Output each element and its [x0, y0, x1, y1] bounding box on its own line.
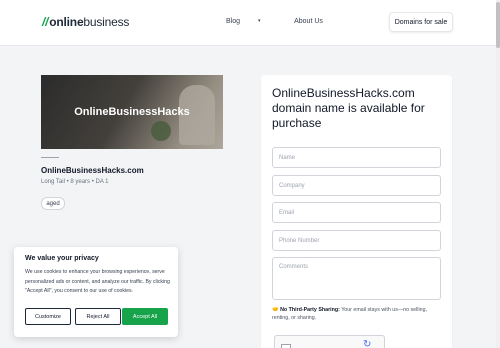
site-logo[interactable]: //onlinebusiness — [42, 15, 129, 29]
email-field[interactable]: Email — [272, 202, 441, 223]
title-divider — [41, 157, 59, 158]
main-nav: Blog ▾ About Us — [226, 18, 339, 25]
privacy-note: 🤝 No Third-Party Sharing: Your email sta… — [272, 307, 444, 322]
recaptcha-icon: ↻ — [363, 339, 372, 348]
domain-meta: Long Tail • 8 years • DA 1 — [41, 179, 109, 185]
phone-field[interactable]: Phone Number — [272, 230, 441, 251]
form-heading: OnlineBusinessHacks.com domain name is a… — [272, 86, 425, 130]
customize-button[interactable]: Customize — [25, 308, 71, 325]
meta-age: 8 years — [70, 179, 91, 185]
site-header: //onlinebusiness Blog ▾ About Us Domains … — [0, 0, 496, 46]
reject-all-button[interactable]: Reject All — [75, 308, 121, 325]
hero-title: OnlineBusinessHacks — [74, 106, 190, 118]
inquiry-form-card: OnlineBusinessHacks.com domain name is a… — [261, 75, 452, 348]
comments-field[interactable]: Comments — [272, 257, 441, 300]
handshake-icon: 🤝 — [272, 307, 279, 313]
scrollbar-thumb[interactable] — [496, 2, 500, 48]
meta-type: Long Tail — [41, 179, 65, 185]
logo-slash: // — [42, 15, 49, 29]
meta-separator: • — [91, 179, 94, 185]
chevron-down-icon: ▾ — [258, 18, 261, 24]
privacy-note-bold: No Third-Party Sharing: — [280, 307, 340, 313]
accept-all-button[interactable]: Accept All — [122, 308, 168, 325]
logo-word-online: online — [49, 15, 84, 29]
meta-da: DA 1 — [95, 179, 109, 185]
recaptcha-widget: ↻ — [274, 335, 385, 348]
cookie-consent-banner: We value your privacy We use cookies to … — [14, 247, 178, 337]
logo-word-business: business — [83, 15, 130, 29]
cookie-title: We value your privacy — [25, 255, 99, 262]
domains-for-sale-button[interactable]: Domains for sale — [389, 12, 453, 32]
nav-blog[interactable]: Blog ▾ — [226, 18, 277, 25]
recaptcha-checkbox[interactable] — [281, 344, 291, 348]
domain-hero-image: OnlineBusinessHacks — [41, 75, 223, 149]
domain-name: OnlineBusinessHacks.com — [41, 166, 144, 175]
nav-about-us[interactable]: About Us — [294, 18, 323, 25]
tag-badge[interactable]: aged — [41, 197, 65, 210]
company-field[interactable]: Company — [272, 175, 441, 196]
cookie-text: We use cookies to enhance your browsing … — [25, 269, 170, 294]
meta-separator: • — [66, 179, 69, 185]
name-field[interactable]: Name — [272, 147, 441, 168]
nav-blog-label: Blog — [226, 18, 241, 25]
page-scrollbar[interactable] — [496, 0, 500, 348]
